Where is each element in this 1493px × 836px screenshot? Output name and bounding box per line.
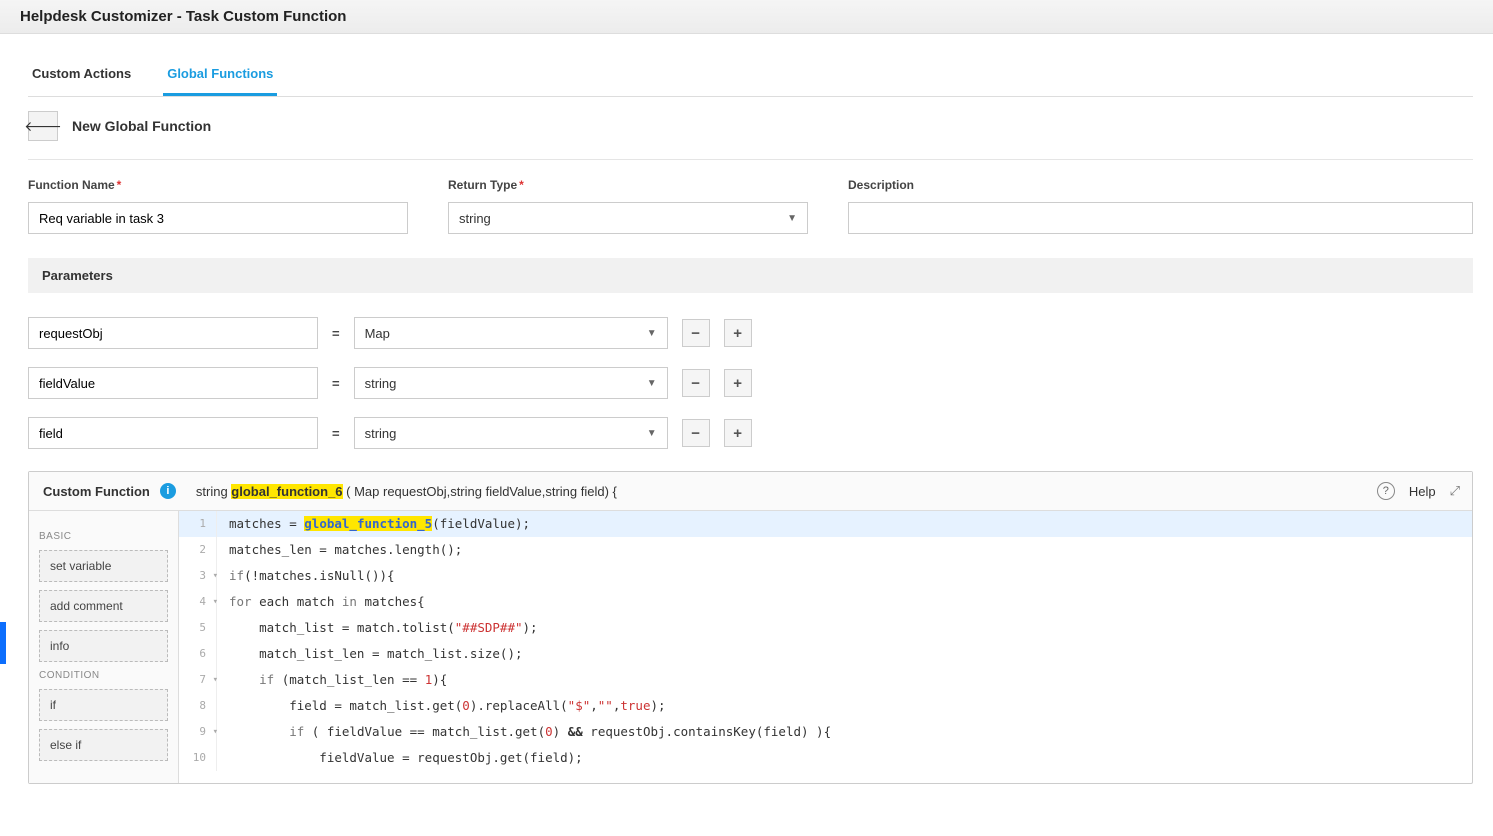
- remove-param-button[interactable]: −: [682, 419, 710, 447]
- tabs: Custom Actions Global Functions: [28, 56, 1473, 97]
- param-row: = string▼ − +: [28, 367, 1473, 399]
- help-link[interactable]: Help: [1409, 484, 1436, 499]
- blue-indicator: [0, 622, 6, 664]
- plus-icon: +: [733, 325, 742, 342]
- tab-global-functions[interactable]: Global Functions: [163, 56, 277, 96]
- help-icon[interactable]: ?: [1377, 482, 1395, 500]
- return-type-label: Return Type*: [448, 178, 808, 192]
- plus-icon: +: [733, 375, 742, 392]
- param-name-input[interactable]: [28, 417, 318, 449]
- page-title: Helpdesk Customizer - Task Custom Functi…: [0, 0, 1493, 34]
- code-editor: Custom Function i string global_function…: [28, 471, 1473, 784]
- subheader-title: New Global Function: [72, 118, 211, 134]
- param-type-select[interactable]: string▼: [354, 417, 668, 449]
- param-name-input[interactable]: [28, 317, 318, 349]
- add-param-button[interactable]: +: [724, 419, 752, 447]
- info-icon[interactable]: i: [160, 483, 176, 499]
- function-signature: string global_function_6 ( Map requestOb…: [196, 484, 617, 499]
- chevron-down-icon: ▼: [647, 328, 657, 339]
- equals-sign: =: [332, 426, 340, 441]
- palette-item-if[interactable]: if: [39, 689, 168, 721]
- param-row: = Map▼ − +: [28, 317, 1473, 349]
- add-param-button[interactable]: +: [724, 369, 752, 397]
- add-param-button[interactable]: +: [724, 319, 752, 347]
- plus-icon: +: [733, 425, 742, 442]
- palette-category: CONDITION: [39, 670, 168, 681]
- description-input[interactable]: [848, 202, 1473, 234]
- palette-item-else-if[interactable]: else if: [39, 729, 168, 761]
- return-type-select[interactable]: string ▼: [448, 202, 808, 234]
- palette-category: BASIC: [39, 531, 168, 542]
- param-type-select[interactable]: string▼: [354, 367, 668, 399]
- function-name-label: Function Name*: [28, 178, 408, 192]
- minus-icon: −: [691, 375, 700, 392]
- back-button[interactable]: 🡐: [28, 111, 58, 141]
- chevron-down-icon: ▼: [787, 213, 797, 224]
- expand-icon[interactable]: ⤢: [1450, 483, 1458, 499]
- editor-title: Custom Function: [43, 484, 150, 499]
- code-area[interactable]: 1matches = global_function_5(fieldValue)…: [179, 511, 1472, 783]
- palette-item-set-variable[interactable]: set variable: [39, 550, 168, 582]
- minus-icon: −: [691, 325, 700, 342]
- palette-item-add-comment[interactable]: add comment: [39, 590, 168, 622]
- function-name-input[interactable]: [28, 202, 408, 234]
- chevron-down-icon: ▼: [647, 428, 657, 439]
- parameters-header: Parameters: [28, 258, 1473, 293]
- equals-sign: =: [332, 376, 340, 391]
- arrow-left-icon: 🡐: [24, 118, 62, 135]
- equals-sign: =: [332, 326, 340, 341]
- param-type-select[interactable]: Map▼: [354, 317, 668, 349]
- code-palette: BASIC set variable add comment info COND…: [29, 511, 179, 783]
- description-label: Description: [848, 178, 1473, 192]
- palette-item-info[interactable]: info: [39, 630, 168, 662]
- param-row: = string▼ − +: [28, 417, 1473, 449]
- chevron-down-icon: ▼: [647, 378, 657, 389]
- remove-param-button[interactable]: −: [682, 369, 710, 397]
- remove-param-button[interactable]: −: [682, 319, 710, 347]
- tab-custom-actions[interactable]: Custom Actions: [28, 56, 135, 96]
- minus-icon: −: [691, 425, 700, 442]
- param-name-input[interactable]: [28, 367, 318, 399]
